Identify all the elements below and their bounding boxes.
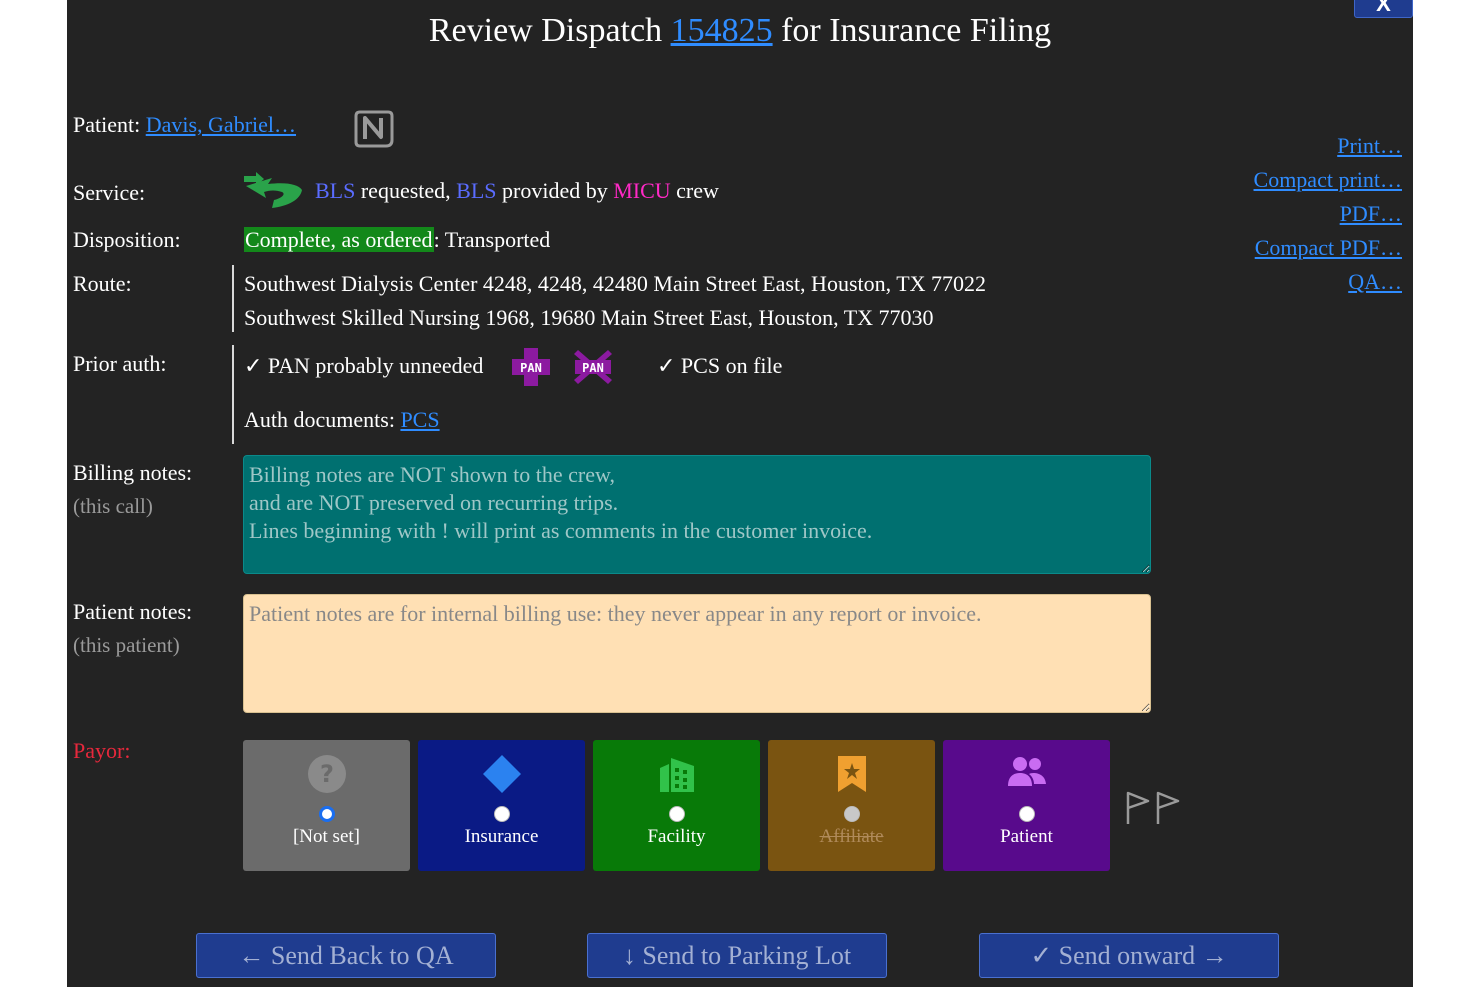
payor-option-label: Patient bbox=[1000, 826, 1053, 847]
question-circle-icon: ? bbox=[243, 754, 410, 794]
compact-print-link[interactable]: Compact print… bbox=[1254, 167, 1402, 192]
payor-option-facility[interactable]: Facility bbox=[593, 740, 760, 871]
service-value: BLS requested, BLS provided by MICU crew bbox=[315, 178, 719, 204]
disposition-detail: : Transported bbox=[433, 227, 551, 252]
pan-remove-text: PAN bbox=[582, 361, 604, 375]
patient-label: Patient: bbox=[73, 112, 141, 137]
billing-notes-sublabel: (this call) bbox=[73, 494, 153, 518]
send-back-to-qa-button[interactable]: ← Send Back to QA bbox=[196, 933, 496, 978]
payor-radio-insurance[interactable] bbox=[494, 806, 510, 822]
disposition-label: Disposition: bbox=[73, 227, 181, 252]
pcs-document-link[interactable]: PCS bbox=[400, 407, 439, 432]
auth-documents: Auth documents: PCS bbox=[244, 407, 440, 433]
dispatch-id-link[interactable]: 154825 bbox=[671, 12, 773, 49]
prior-auth-divider bbox=[232, 345, 234, 444]
title-prefix: Review Dispatch bbox=[428, 12, 663, 49]
patient-notes-label: Patient notes: bbox=[73, 599, 193, 624]
payor-option-label: Insurance bbox=[464, 826, 539, 847]
svg-text:?: ? bbox=[320, 760, 334, 788]
page-title: Review Dispatch 154825 for Insurance Fil… bbox=[67, 12, 1413, 50]
billing-notes-label: Billing notes: bbox=[73, 460, 193, 485]
auth-documents-label: Auth documents: bbox=[244, 407, 395, 432]
patient-notes-sublabel: (this patient) bbox=[73, 633, 180, 657]
side-links: Print… Compact print… PDF… Compact PDF… … bbox=[1254, 133, 1402, 303]
title-suffix: for Insurance Filing bbox=[781, 12, 1052, 49]
payor-radio-patient[interactable] bbox=[1019, 806, 1035, 822]
payor-option-not-set[interactable]: ? [Not set] bbox=[243, 740, 410, 871]
send-to-parking-lot-button[interactable]: ↓ Send to Parking Lot bbox=[587, 933, 887, 978]
pan-add-text: PAN bbox=[520, 361, 542, 375]
route-origin: Southwest Dialysis Center 4248, 4248, 42… bbox=[244, 271, 987, 296]
patient-notes-field[interactable] bbox=[243, 594, 1151, 713]
payor-option-label: Facility bbox=[647, 826, 706, 847]
people-icon bbox=[943, 754, 1110, 794]
payor-radio-affiliate[interactable] bbox=[844, 806, 860, 822]
payor-option-label: Affiliate bbox=[819, 826, 884, 847]
qa-link[interactable]: QA… bbox=[1254, 269, 1402, 294]
payor-label: Payor: bbox=[73, 738, 131, 763]
route-divider bbox=[232, 265, 234, 332]
bookmark-star-icon bbox=[768, 754, 935, 794]
pan-remove-badge-icon[interactable]: PAN bbox=[572, 346, 614, 388]
patient-name-link[interactable]: Davis, Gabriel… bbox=[146, 112, 296, 137]
route-destination: Southwest Skilled Nursing 1968, 19680 Ma… bbox=[244, 305, 934, 330]
service-requested: BLS bbox=[315, 178, 356, 203]
prior-auth-label: Prior auth: bbox=[73, 351, 167, 376]
flags-icon[interactable] bbox=[1124, 790, 1182, 826]
pan-add-badge-icon[interactable]: PAN bbox=[510, 346, 552, 388]
payor-option-label: [Not set] bbox=[292, 826, 360, 847]
disposition-value: Complete, as ordered: Transported bbox=[244, 227, 550, 253]
diamond-icon bbox=[418, 754, 585, 794]
pdf-link[interactable]: PDF… bbox=[1254, 201, 1402, 226]
n-letter-badge-icon[interactable] bbox=[352, 106, 396, 150]
service-label: Service: bbox=[73, 180, 146, 205]
compact-pdf-link[interactable]: Compact PDF… bbox=[1254, 235, 1402, 260]
payor-radio-facility[interactable] bbox=[669, 806, 685, 822]
ambulance-arrow-icon bbox=[242, 170, 306, 212]
print-link[interactable]: Print… bbox=[1254, 133, 1402, 158]
service-provided: BLS bbox=[456, 178, 497, 203]
disposition-status: Complete, as ordered bbox=[244, 227, 434, 252]
service-crew: MICU bbox=[613, 178, 671, 203]
patient-row: Patient: Davis, Gabriel… bbox=[73, 112, 296, 138]
send-onward-button[interactable]: ✓ Send onward → bbox=[979, 933, 1279, 978]
pan-status: ✓ PAN probably unneeded bbox=[244, 353, 484, 378]
dispatch-review-panel: X Review Dispatch 154825 for Insurance F… bbox=[67, 0, 1413, 987]
route-label: Route: bbox=[73, 271, 132, 296]
service-crew-text: crew bbox=[676, 178, 719, 203]
pcs-status: ✓ PCS on file bbox=[657, 353, 783, 378]
building-icon bbox=[593, 754, 760, 794]
billing-notes-field[interactable] bbox=[243, 455, 1151, 574]
service-provided-text: provided by bbox=[502, 178, 608, 203]
service-requested-text: requested, bbox=[360, 178, 451, 203]
payor-option-patient[interactable]: Patient bbox=[943, 740, 1110, 871]
payor-option-affiliate[interactable]: Affiliate bbox=[768, 740, 935, 871]
payor-option-insurance[interactable]: Insurance bbox=[418, 740, 585, 871]
payor-radio-not-set[interactable] bbox=[319, 806, 335, 822]
